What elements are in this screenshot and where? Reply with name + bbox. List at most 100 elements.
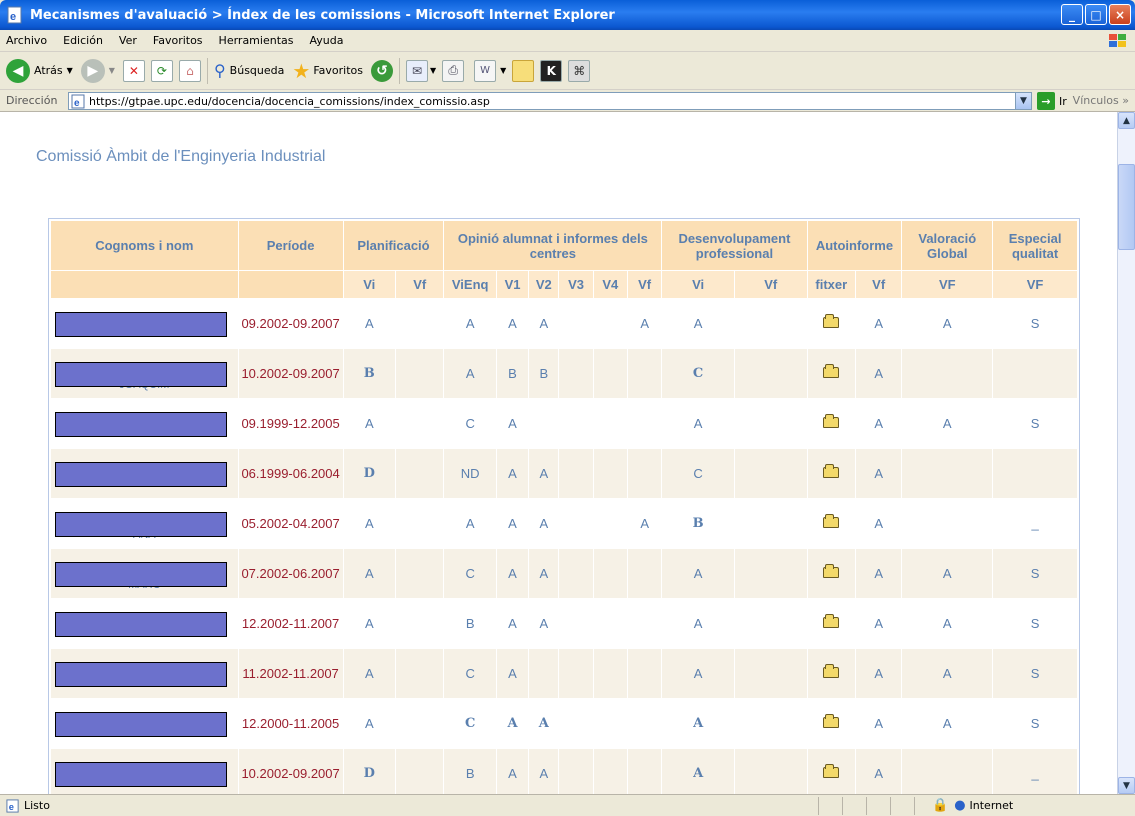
address-input[interactable]: e https://gtpae.upc.edu/docencia/docenci… <box>68 92 1032 110</box>
home-icon[interactable]: ⌂ <box>178 59 201 82</box>
table-row[interactable]: 12.2002-11.2007 A B A A A A A S <box>50 598 1078 649</box>
table-row[interactable]: JOAQUIM10.2002-09.2007BABBCA <box>50 348 1078 399</box>
grade-cell <box>992 448 1078 499</box>
research-icon[interactable]: ⌘ <box>568 59 591 82</box>
back-button[interactable]: ◀ Atrás ▼ <box>6 58 73 83</box>
redaction-box <box>55 762 227 787</box>
grade-cell: A <box>901 598 994 649</box>
menu-edicion[interactable]: Edición <box>63 34 103 47</box>
folder-icon[interactable] <box>823 414 840 428</box>
table-row[interactable]: 10.2002-09.2007 D B A A A A _ <box>50 748 1078 794</box>
grade-cell <box>733 298 808 349</box>
refresh-icon[interactable]: ⟳ <box>150 59 173 82</box>
chevron-down-icon[interactable]: ▼ <box>109 66 115 75</box>
folder-icon[interactable] <box>823 314 840 328</box>
grade-cell <box>394 698 445 749</box>
period-cell: 05.2002-04.2007 <box>237 498 344 549</box>
grade-cell <box>626 598 663 649</box>
grade-cell <box>592 598 629 649</box>
grade-cell: A <box>661 548 735 599</box>
scroll-down-icon[interactable]: ▼ <box>1118 777 1135 794</box>
grade-cell <box>394 748 445 794</box>
grade-cell: B <box>443 598 497 649</box>
grade-cell <box>626 648 663 699</box>
history-icon[interactable]: ↺ <box>370 59 393 82</box>
menu-ayuda[interactable]: Ayuda <box>309 34 343 47</box>
grade-cell: C <box>443 548 497 599</box>
folder-icon[interactable] <box>823 564 840 578</box>
table-row[interactable]: ANA05.2002-04.2007AAAAABA_ <box>50 498 1078 549</box>
table-row[interactable]: 11.2002-11.2007 A C A A A A S <box>50 648 1078 699</box>
grade-cell <box>626 348 663 399</box>
scroll-up-icon[interactable]: ▲ <box>1118 112 1135 129</box>
links-button[interactable]: Vínculos » <box>1073 94 1129 107</box>
chevron-down-icon[interactable]: ▼ <box>430 66 436 75</box>
grade-cell <box>394 348 445 399</box>
stop-icon[interactable]: ✕ <box>122 59 145 82</box>
table-row[interactable]: 09.1999-12.2005 A C A A A A S <box>50 398 1078 449</box>
grade-cell: A <box>495 598 530 649</box>
table-row[interactable]: 12.2000-11.2005 A C A A A A A S <box>50 698 1078 749</box>
close-button[interactable]: × <box>1109 4 1131 25</box>
grade-cell <box>558 498 594 549</box>
ie-page-icon: e <box>7 6 22 24</box>
grade-cell <box>901 448 994 499</box>
chevron-down-icon[interactable]: ▼ <box>1015 93 1031 109</box>
chevron-down-icon[interactable]: ▼ <box>500 66 506 75</box>
grade-cell: A <box>854 648 903 699</box>
grade-cell <box>733 548 808 599</box>
go-button[interactable]: → Ir <box>1037 92 1067 110</box>
folder-icon[interactable] <box>823 364 840 378</box>
mail-icon[interactable]: ✉ <box>405 59 428 82</box>
grade-cell: A <box>528 548 560 599</box>
scroll-thumb[interactable] <box>1118 164 1135 250</box>
folder-icon[interactable] <box>823 514 840 528</box>
grade-cell <box>901 498 994 549</box>
redaction-box <box>55 612 227 637</box>
grade-cell: A <box>342 548 397 599</box>
folder-cell <box>806 298 856 349</box>
menu-favoritos[interactable]: Favoritos <box>153 34 203 47</box>
subheader-cell <box>50 270 239 299</box>
grade-cell: A <box>854 598 903 649</box>
name-cell: MARC <box>50 548 239 599</box>
grade-cell <box>394 498 445 549</box>
maximize-button[interactable]: □ <box>1085 4 1107 25</box>
header-student-opinion: Opinió alumnat i informes dels centres <box>443 220 663 271</box>
favorites-button[interactable]: ★ Favoritos <box>292 59 363 83</box>
grade-cell: A <box>854 498 903 549</box>
forward-button[interactable]: ▶ ▼ <box>80 58 115 83</box>
page-icon: e <box>6 798 19 813</box>
table-row[interactable]: 06.1999-06.2004 D ND A A C A <box>50 448 1078 499</box>
search-button[interactable]: ⚲ Búsqueda <box>214 61 284 80</box>
grade-cell: A <box>854 348 903 399</box>
messenger-k-icon[interactable]: K <box>540 59 563 82</box>
subheader-row: Vi Vf ViEnq V1 V2 V3 V4 Vf Vi Vf fitxer Vf VF VF <box>50 270 1078 299</box>
menu-herramientas[interactable]: Herramientas <box>219 34 294 47</box>
grade-cell <box>733 498 808 549</box>
address-label: Dirección <box>6 94 58 107</box>
grade-cell: A <box>854 298 903 349</box>
folder-icon[interactable] <box>823 764 840 778</box>
print-icon[interactable]: ⎙ <box>442 59 465 82</box>
grade-cell: A <box>342 298 397 349</box>
notes-icon[interactable] <box>512 59 535 82</box>
subheader-cell <box>237 270 344 299</box>
folder-icon[interactable] <box>823 464 840 478</box>
chevron-down-icon[interactable]: ▼ <box>67 66 73 75</box>
menu-archivo[interactable]: Archivo <box>6 34 47 47</box>
name-cell: ANA <box>50 498 239 549</box>
folder-icon[interactable] <box>823 664 840 678</box>
menu-ver[interactable]: Ver <box>119 34 137 47</box>
subheader-cell: ViEnq <box>443 270 497 299</box>
vertical-scrollbar[interactable]: ▲ ▼ <box>1117 112 1135 794</box>
grade-cell: ND <box>443 448 497 499</box>
minimize-button[interactable]: _ <box>1061 4 1083 25</box>
subheader-cell: V3 <box>558 270 594 299</box>
word-edit-icon[interactable]: W <box>474 59 497 82</box>
table-row[interactable]: 09.2002-09.2007 A A A A A A A A S <box>50 298 1078 349</box>
folder-icon[interactable] <box>823 614 840 628</box>
folder-icon[interactable] <box>823 714 840 728</box>
table-row[interactable]: MARC07.2002-06.2007ACAAAAAS <box>50 548 1078 599</box>
grade-cell: A <box>528 598 560 649</box>
